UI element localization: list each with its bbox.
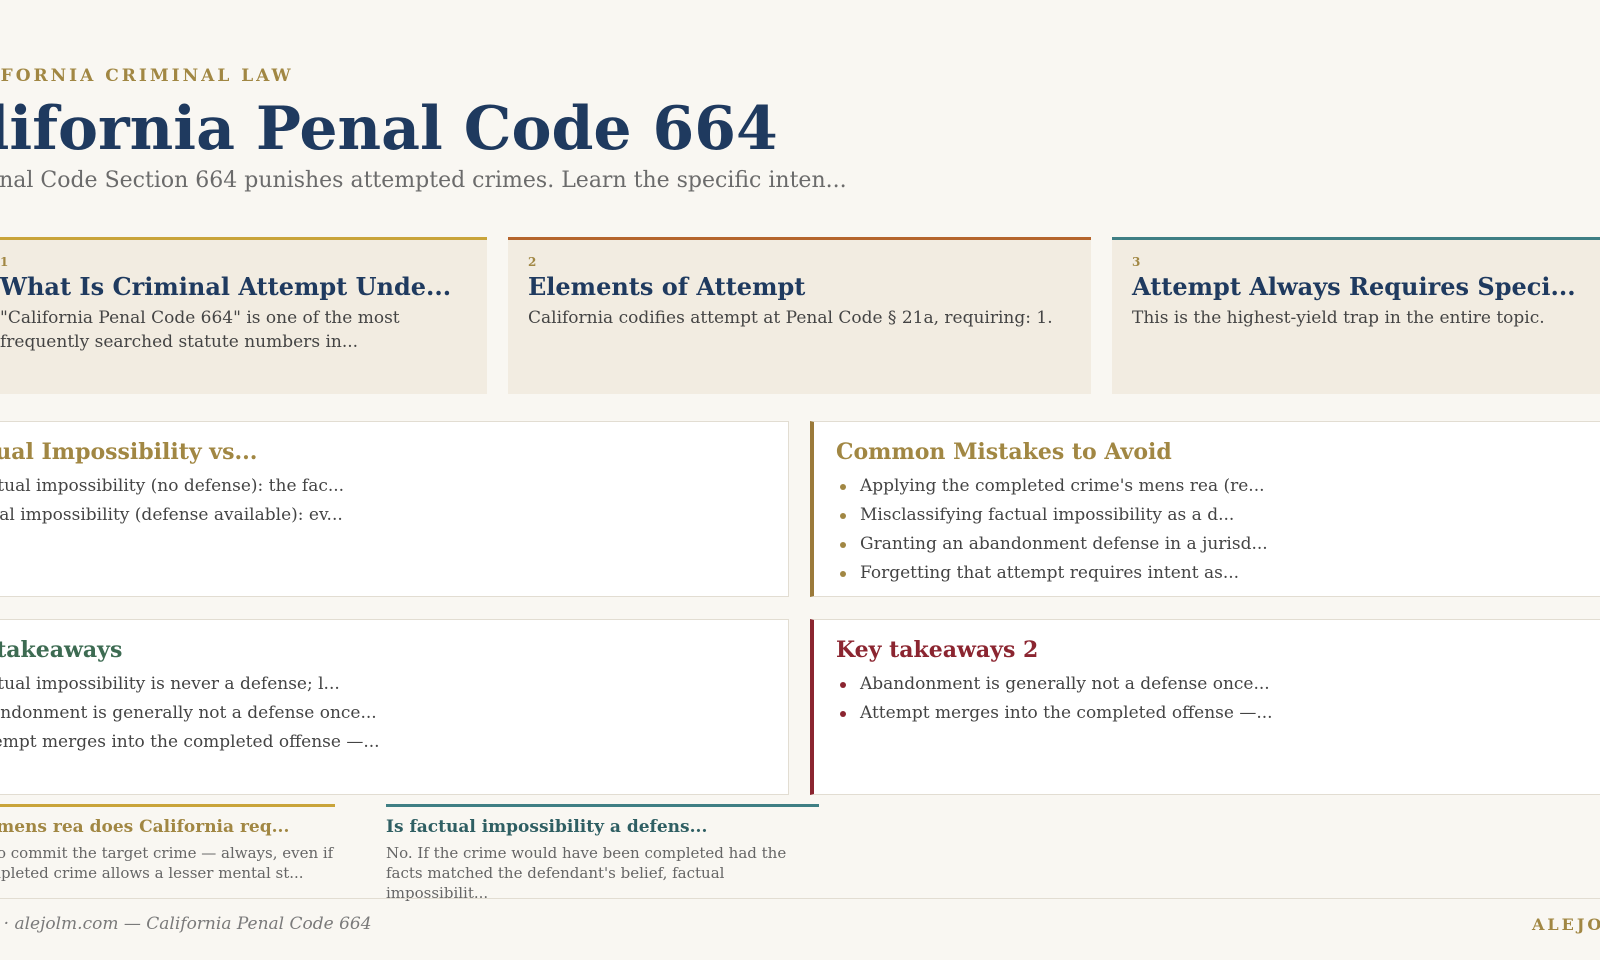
- key-takeaways-2-panel: Key takeaways 2 Abandonment is generally…: [810, 619, 1600, 795]
- panel-list: Factual impossibility is never a defense…: [0, 670, 726, 757]
- list-item-text: Legal impossibility (defense available):…: [0, 505, 343, 525]
- faq-answer: No. If the crime would have been complet…: [386, 844, 787, 902]
- common-mistakes-panel: Common Mistakes to Avoid Applying the co…: [810, 421, 1600, 597]
- list-item: Misclassifying factual impossibility as …: [836, 501, 1587, 530]
- list-item: Factual impossibility is never a defense…: [0, 670, 726, 699]
- footer-credit: 2025 · alejolm.com — California Penal Co…: [0, 914, 372, 934]
- panel-title: Key takeaways: [0, 637, 123, 663]
- card-title: Attempt Always Requires Speci...: [1132, 272, 1576, 301]
- list-item-text: Attempt merges into the completed offens…: [0, 732, 380, 752]
- panel-title: Key takeaways 2: [836, 637, 1039, 663]
- card-number: 3: [1132, 255, 1141, 269]
- footer-divider: [0, 898, 1600, 899]
- list-item-text: Attempt merges into the completed offens…: [860, 703, 1273, 723]
- bullet-icon: [840, 513, 846, 519]
- panel-title: Common Mistakes to Avoid: [836, 439, 1172, 465]
- list-item: Abandonment is generally not a defense o…: [836, 670, 1587, 699]
- list-item: Forgetting that attempt requires intent …: [836, 559, 1587, 588]
- footer-brand-logo[interactable]: ALEJO: [1532, 915, 1600, 934]
- list-item-text: Factual impossibility (no defense): the …: [0, 476, 345, 496]
- category-kicker: CALIFORNIA CRIMINAL LAW: [0, 66, 294, 86]
- section-card-1[interactable]: 1 What Is Criminal Attempt Unde... "Cali…: [0, 237, 487, 394]
- card-excerpt: "California Penal Code 664" is one of th…: [0, 308, 400, 352]
- list-item: Attempt merges into the completed offens…: [836, 699, 1587, 728]
- list-item: Applying the completed crime's mens rea …: [836, 472, 1587, 501]
- section-card-2[interactable]: 2 Elements of Attempt California codifie…: [508, 237, 1091, 394]
- list-item-text: Applying the completed crime's mens rea …: [860, 476, 1265, 496]
- list-item: Attempt merges into the completed offens…: [0, 728, 726, 757]
- faq-question: What mens rea does California req...: [0, 817, 290, 837]
- panel-list: Abandonment is generally not a defense o…: [836, 670, 1587, 728]
- panel-list: Factual impossibility (no defense): the …: [0, 472, 726, 530]
- list-item-text: Forgetting that attempt requires intent …: [860, 563, 1240, 583]
- panel-list: Applying the completed crime's mens rea …: [836, 472, 1587, 588]
- faq-item-2[interactable]: Is factual impossibility a defens... No.…: [386, 804, 819, 903]
- bullet-icon: [840, 542, 846, 548]
- faq-answer: Intent to commit the target crime — alwa…: [0, 844, 334, 882]
- page-subtitle: California Penal Code Section 664 punish…: [0, 168, 847, 193]
- list-item: Abandonment is generally not a defense o…: [0, 699, 726, 728]
- section-card-3[interactable]: 3 Attempt Always Requires Speci... This …: [1112, 237, 1600, 394]
- faq-item-1[interactable]: What mens rea does California req... Int…: [0, 804, 335, 883]
- list-item: Legal impossibility (defense available):…: [0, 501, 726, 530]
- list-item: Granting an abandonment defense in a jur…: [836, 530, 1587, 559]
- list-item-text: Factual impossibility is never a defense…: [0, 674, 340, 694]
- card-number: 1: [0, 255, 9, 269]
- card-excerpt: California codifies attempt at Penal Cod…: [528, 308, 1053, 328]
- impossibility-panel: Factual Impossibility vs... Factual impo…: [0, 421, 789, 597]
- page: CALIFORNIA CRIMINAL LAW California Penal…: [0, 0, 1600, 960]
- bullet-icon: [840, 571, 846, 577]
- bullet-icon: [840, 484, 846, 490]
- list-item-text: Granting an abandonment defense in a jur…: [860, 534, 1268, 554]
- list-item-text: Misclassifying factual impossibility as …: [860, 505, 1235, 525]
- faq-question: Is factual impossibility a defens...: [386, 817, 708, 837]
- bullet-icon: [840, 682, 846, 688]
- list-item-text: Abandonment is generally not a defense o…: [0, 703, 377, 723]
- page-title: California Penal Code 664: [0, 94, 778, 164]
- card-title: Elements of Attempt: [528, 272, 806, 301]
- panel-title: Factual Impossibility vs...: [0, 439, 258, 465]
- card-excerpt: This is the highest-yield trap in the en…: [1132, 308, 1545, 328]
- list-item: Factual impossibility (no defense): the …: [0, 472, 726, 501]
- bullet-icon: [840, 711, 846, 717]
- card-title: What Is Criminal Attempt Unde...: [0, 272, 452, 301]
- key-takeaways-panel: Key takeaways Factual impossibility is n…: [0, 619, 789, 795]
- card-number: 2: [528, 255, 537, 269]
- list-item-text: Abandonment is generally not a defense o…: [860, 674, 1270, 694]
